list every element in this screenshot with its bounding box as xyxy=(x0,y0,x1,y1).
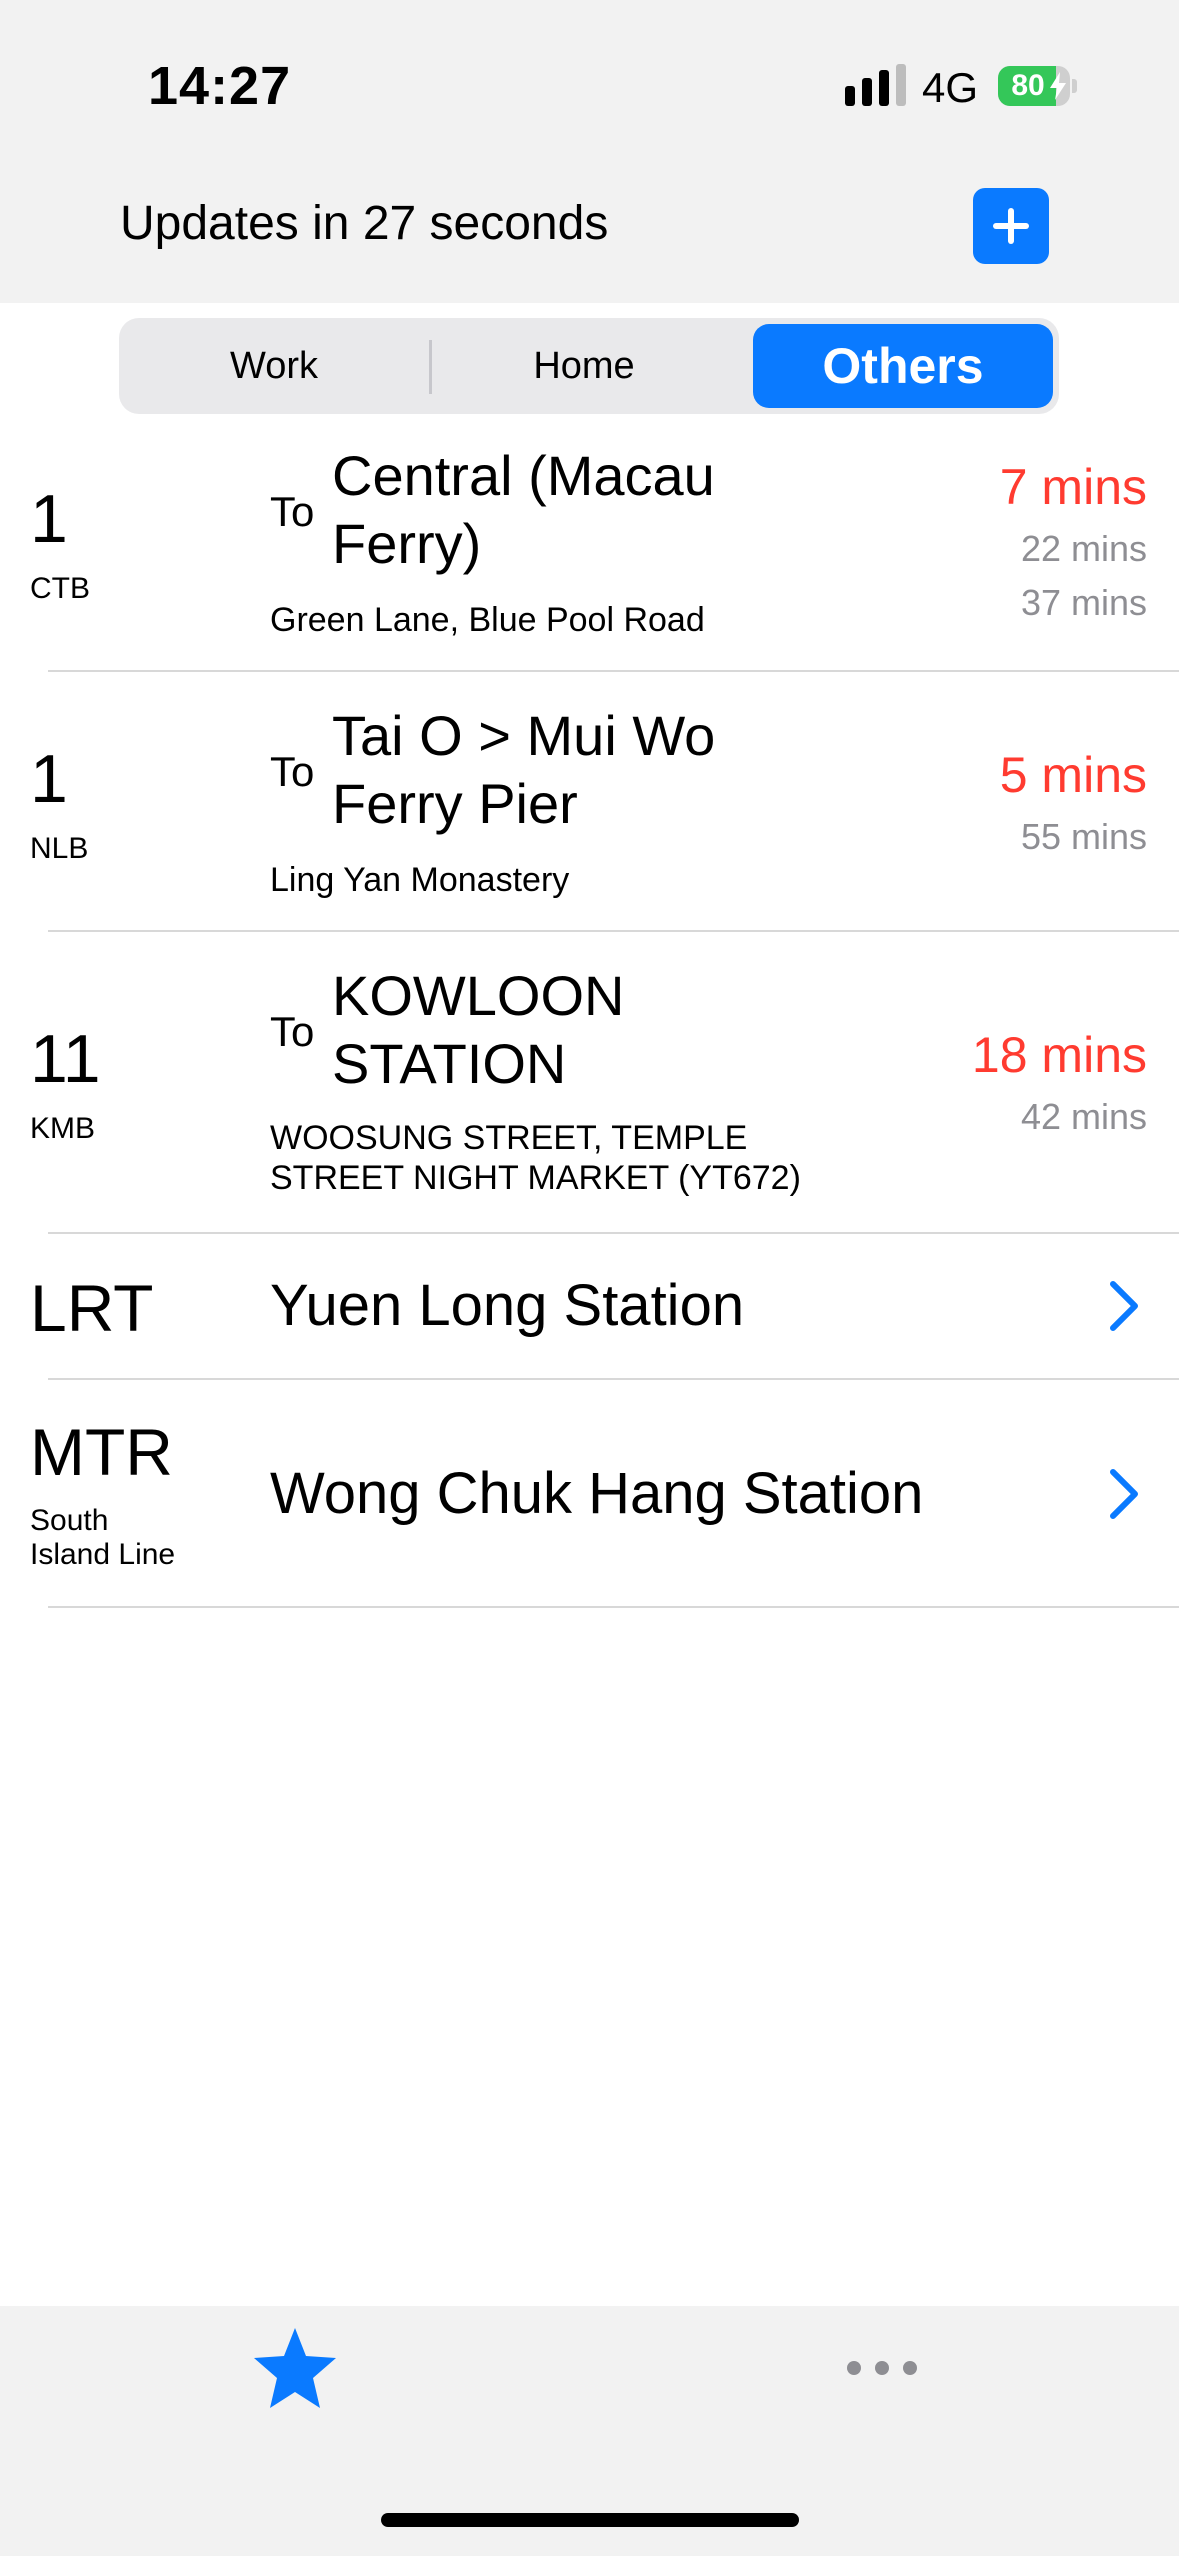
charging-bolt-icon xyxy=(1050,72,1066,100)
to-label: To xyxy=(270,1008,315,1055)
stop-name-line-1: WOOSUNG STREET, TEMPLE xyxy=(270,1119,748,1157)
destination-line-1: Central (Macau xyxy=(332,444,715,507)
tab-work[interactable]: Work xyxy=(119,324,429,408)
ellipsis-icon[interactable] xyxy=(846,2350,918,2386)
to-label: To xyxy=(270,748,315,795)
route-number: 11 xyxy=(30,1021,101,1097)
destination-line-1: Tai O > Mui Wo xyxy=(332,704,716,767)
network-type: 4G xyxy=(922,64,979,111)
stop-name-line-2: STREET NIGHT MARKET (YT672) xyxy=(270,1159,801,1197)
destination-line-2: STATION xyxy=(332,1032,567,1095)
stop-name: Ling Yan Monastery xyxy=(270,861,570,899)
rail-line-name-line-2: Island Line xyxy=(30,1538,176,1571)
battery-indicator: 80 xyxy=(998,66,1077,106)
home-indicator xyxy=(381,2513,799,2527)
eta-next: 7 mins xyxy=(999,459,1147,515)
cellular-signal-icon xyxy=(845,64,906,106)
app-screen: 14:27 4G 80 Updates in 27 seconds Work H… xyxy=(0,0,1179,2556)
star-icon[interactable] xyxy=(250,2324,340,2414)
rail-row-lrt[interactable]: LRT Yuen Long Station xyxy=(0,1234,1179,1378)
row-divider xyxy=(48,1606,1179,1608)
status-bar: 14:27 4G 80 xyxy=(0,0,1179,150)
plus-icon xyxy=(993,208,1029,244)
eta-next: 5 mins xyxy=(999,747,1147,803)
destination: KOWLOON STATION xyxy=(332,962,822,1098)
stop-name: WOOSUNG STREET, TEMPLE STREET NIGHT MARK… xyxy=(270,1118,890,1198)
battery-cap xyxy=(1072,79,1077,93)
route-number: 1 xyxy=(30,741,68,817)
destination-line-2: Ferry) xyxy=(332,512,482,575)
destination: Tai O > Mui Wo Ferry Pier xyxy=(332,702,822,838)
tab-home[interactable]: Home xyxy=(429,324,739,408)
route-row-ctb-1[interactable]: 1 CTB To Central (Macau Ferry) Green Lan… xyxy=(0,432,1179,670)
eta-next: 18 mins xyxy=(971,1027,1147,1083)
eta-later: 37 mins xyxy=(1020,582,1147,623)
rail-line-name-line-1: South xyxy=(30,1504,109,1537)
route-number: 1 xyxy=(30,481,68,557)
destination: Central (Macau Ferry) xyxy=(332,442,822,578)
operator-code: KMB xyxy=(30,1112,96,1145)
add-button[interactable] xyxy=(973,188,1049,264)
station-name: Wong Chuk Hang Station xyxy=(270,1461,924,1526)
status-time: 14:27 xyxy=(148,56,292,116)
eta-later: 55 mins xyxy=(1020,816,1147,857)
rail-line-name: South Island Line xyxy=(30,1504,230,1572)
eta-later: 42 mins xyxy=(1020,1096,1147,1137)
group-segmented-control: Work Home Others xyxy=(119,318,1059,414)
route-row-nlb-1[interactable]: 1 NLB To Tai O > Mui Wo Ferry Pier Ling … xyxy=(0,672,1179,930)
chevron-right-icon xyxy=(1110,1281,1138,1331)
operator-code: NLB xyxy=(30,832,89,865)
operator-code: CTB xyxy=(30,572,90,605)
eta-later: 22 mins xyxy=(1020,528,1147,569)
route-row-kmb-11[interactable]: 11 KMB To KOWLOON STATION WOOSUNG STREET… xyxy=(0,932,1179,1232)
refresh-countdown: Updates in 27 seconds xyxy=(120,197,609,250)
destination-line-2: Ferry Pier xyxy=(332,772,578,835)
rail-row-mtr[interactable]: MTR South Island Line Wong Chuk Hang Sta… xyxy=(0,1380,1179,1606)
to-label: To xyxy=(270,488,315,535)
chevron-right-icon xyxy=(1110,1469,1138,1519)
header: Updates in 27 seconds xyxy=(0,150,1179,303)
destination-line-1: KOWLOON xyxy=(332,964,625,1027)
tab-others[interactable]: Others xyxy=(753,324,1053,408)
rail-code: MTR xyxy=(30,1415,173,1489)
stop-name: Green Lane, Blue Pool Road xyxy=(270,601,705,639)
battery-percent: 80 xyxy=(1011,69,1045,102)
rail-code: LRT xyxy=(30,1271,154,1345)
station-name: Yuen Long Station xyxy=(270,1273,745,1338)
